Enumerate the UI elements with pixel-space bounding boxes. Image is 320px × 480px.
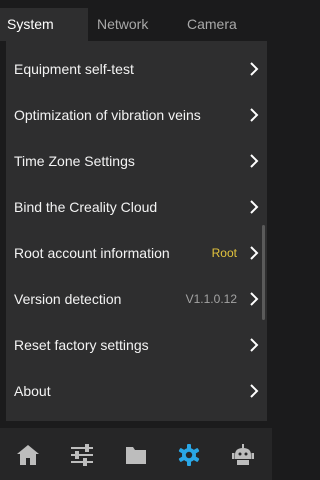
version-value: V1.1.0.12	[185, 292, 237, 306]
menu-item-reset-factory-settings[interactable]: Reset factory settings	[6, 322, 267, 368]
top-tab-bar: System Network Camera	[0, 0, 272, 41]
menu-item-version-detection[interactable]: Version detection V1.1.0.12	[6, 276, 267, 322]
sliders-icon[interactable]	[69, 443, 95, 467]
system-settings-panel: Equipment self-test Optimization of vibr…	[6, 41, 267, 421]
menu-item-bind-creality-cloud[interactable]: Bind the Creality Cloud	[6, 184, 267, 230]
root-value: Root	[211, 246, 237, 260]
robot-icon[interactable]	[230, 443, 256, 467]
menu-item-label: About	[14, 383, 51, 399]
folder-icon[interactable]	[123, 443, 149, 467]
menu-item-root-account[interactable]: Root account information Root	[6, 230, 267, 276]
bottom-nav	[0, 428, 272, 480]
menu-item-label: Equipment self-test	[14, 61, 134, 77]
menu-item-label: Root account information	[14, 245, 170, 261]
chevron-right-icon	[250, 384, 259, 398]
chevron-right-icon	[250, 338, 259, 352]
menu-item-label: Time Zone Settings	[14, 153, 135, 169]
menu-item-label: Version detection	[14, 291, 122, 307]
chevron-right-icon	[250, 62, 259, 76]
menu-item-label: Bind the Creality Cloud	[14, 199, 158, 215]
chevron-right-icon	[250, 108, 259, 122]
tab-camera[interactable]: Camera	[180, 8, 272, 41]
menu-item-label: Optimization of vibration veins	[14, 107, 201, 123]
menu-item-equipment-self-test[interactable]: Equipment self-test	[6, 46, 267, 92]
chevron-right-icon	[250, 246, 259, 260]
menu-item-about[interactable]: About	[6, 368, 267, 414]
tab-network[interactable]: Network	[90, 8, 182, 41]
chevron-right-icon	[250, 292, 259, 306]
tab-system[interactable]: System	[0, 8, 88, 41]
menu-item-time-zone-settings[interactable]: Time Zone Settings	[6, 138, 267, 184]
menu-item-label: Reset factory settings	[14, 337, 149, 353]
menu-item-optimization-vibration[interactable]: Optimization of vibration veins	[6, 92, 267, 138]
home-icon[interactable]	[15, 443, 41, 467]
chevron-right-icon	[250, 200, 259, 214]
gear-icon[interactable]	[176, 443, 202, 467]
chevron-right-icon	[250, 154, 259, 168]
scrollbar[interactable]	[262, 225, 265, 320]
